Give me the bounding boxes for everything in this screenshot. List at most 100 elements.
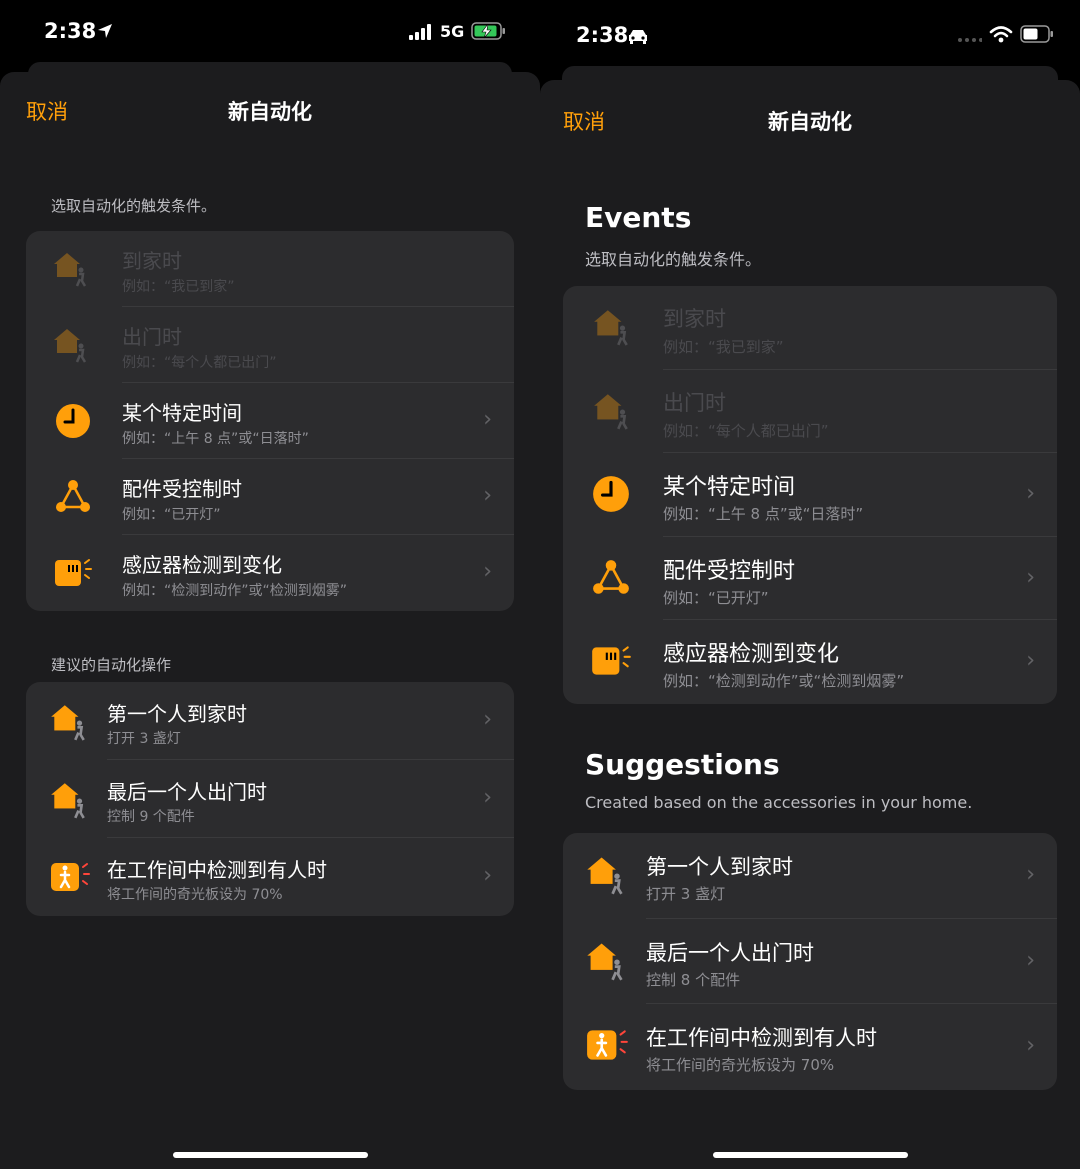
accessory-triangle-icon	[588, 555, 634, 601]
event-title: 出门时	[663, 391, 726, 415]
suggestions-label: 建议的自动化操作	[51, 656, 172, 674]
suggestion-subtitle: 将工作间的奇光板设为 70%	[646, 1056, 835, 1074]
event-title: 某个特定时间	[122, 401, 242, 425]
suggestions-group: 第一个人到家时 打开 3 盏灯 › 最后一个人出门时 控制 9 个配件 › 在工…	[26, 682, 514, 916]
suggestion-last-leave[interactable]: 最后一个人出门时 控制 8 个配件 ›	[563, 919, 1057, 1004]
event-subtitle: 例如：“我已到家”	[663, 338, 784, 356]
events-title: Events	[585, 201, 692, 234]
suggestion-last-leave[interactable]: 最后一个人出门时 控制 9 个配件 ›	[26, 760, 514, 838]
battery-charging-icon	[471, 22, 505, 40]
event-arrive-home: 到家时 例如：“我已到家”	[26, 231, 514, 307]
event-leave-home: 出门时 例如：“每个人都已出门”	[563, 370, 1057, 453]
suggestions-group: 第一个人到家时 打开 3 盏灯 › 最后一个人出门时 控制 8 个配件 › 在工…	[563, 833, 1057, 1090]
network-type: 5G	[440, 22, 465, 41]
house-person-icon	[46, 776, 92, 822]
event-title: 到家时	[122, 249, 182, 273]
suggestion-subtitle: 打开 3 盏灯	[107, 731, 181, 747]
suggestion-subtitle: 控制 8 个配件	[646, 971, 741, 989]
event-title: 出门时	[122, 325, 182, 349]
chevron-right-icon: ›	[483, 559, 492, 584]
chevron-right-icon: ›	[1026, 862, 1035, 887]
event-leave-home: 出门时 例如：“每个人都已出门”	[26, 307, 514, 383]
house-person-icon	[583, 851, 629, 897]
event-specific-time[interactable]: 某个特定时间 例如：“上午 8 点”或“日落时” ›	[563, 453, 1057, 537]
chevron-right-icon: ›	[483, 707, 492, 732]
battery-icon	[1020, 25, 1053, 43]
new-automation-sheet: 取消 新自动化 Events 选取自动化的触发条件。 到家时 例如：“我已到家”	[540, 80, 1080, 1169]
accessory-triangle-icon	[50, 474, 96, 520]
nav-title: 新自动化	[228, 100, 312, 124]
chevron-right-icon: ›	[1026, 648, 1035, 673]
suggestion-title: 在工作间中检测到有人时	[646, 1026, 877, 1050]
right-screenshot: 2:38 取消 新自动化 Events 选取自动化的触发条件。 到家时 例如：“…	[540, 0, 1080, 1169]
event-subtitle: 例如：“每个人都已出门”	[663, 422, 829, 440]
house-person-icon	[589, 303, 635, 349]
event-sensor-detects[interactable]: 感应器检测到变化 例如：“检测到动作”或“检测到烟雾” ›	[563, 620, 1057, 704]
suggestion-title: 最后一个人出门时	[107, 780, 267, 804]
chevron-right-icon: ›	[1026, 1033, 1035, 1058]
house-person-icon	[48, 245, 94, 291]
nav-title: 新自动化	[768, 110, 852, 134]
suggestion-workshop-motion[interactable]: 在工作间中检测到有人时 将工作间的奇光板设为 70% ›	[26, 838, 514, 916]
events-group: 到家时 例如：“我已到家” 出门时 例如：“每个人都已出门” 某个特定时间 例如…	[26, 231, 514, 611]
house-person-icon	[46, 698, 92, 744]
event-subtitle: 例如：“上午 8 点”或“日落时”	[663, 505, 864, 523]
chevron-right-icon: ›	[1026, 565, 1035, 590]
wifi-icon	[989, 26, 1013, 43]
suggestion-title: 最后一个人出门时	[646, 941, 814, 965]
motion-sensor-icon	[585, 1022, 631, 1068]
status-time: 2:38	[576, 23, 629, 47]
chevron-right-icon: ›	[483, 407, 492, 432]
signal-icon	[409, 24, 431, 40]
suggestion-first-arrive[interactable]: 第一个人到家时 打开 3 盏灯 ›	[563, 833, 1057, 919]
house-person-icon	[583, 937, 629, 983]
chevron-right-icon: ›	[1026, 948, 1035, 973]
new-automation-sheet: 取消 新自动化 选取自动化的触发条件。 到家时 例如：“我已到家” 出门时 例如…	[0, 72, 540, 1169]
left-screenshot: 2:38 5G 取消 新自动化 选取自动化的触发条件。 到家时 例如：“我已到家…	[0, 0, 540, 1169]
event-accessory-controlled[interactable]: 配件受控制时 例如：“已开灯” ›	[563, 537, 1057, 620]
event-subtitle: 例如：“已开灯”	[663, 589, 769, 607]
event-accessory-controlled[interactable]: 配件受控制时 例如：“已开灯” ›	[26, 459, 514, 535]
clock-icon	[588, 471, 634, 517]
suggestions-label: Created based on the accessories in your…	[585, 793, 973, 812]
event-title: 某个特定时间	[663, 475, 796, 500]
chevron-right-icon: ›	[483, 483, 492, 508]
sensor-icon	[50, 550, 96, 596]
chevron-right-icon: ›	[1026, 481, 1035, 506]
car-icon	[629, 30, 647, 44]
event-title: 感应器检测到变化	[122, 553, 282, 577]
status-bar: 2:38 5G	[0, 0, 540, 70]
sensor-icon	[588, 638, 634, 684]
signal-dots-icon	[958, 38, 982, 42]
home-indicator	[173, 1152, 368, 1158]
clock-icon	[50, 398, 96, 444]
suggestion-subtitle: 控制 9 个配件	[107, 809, 195, 825]
event-subtitle: 例如：“检测到动作”或“检测到烟雾”	[122, 583, 348, 599]
events-label: 选取自动化的触发条件。	[585, 250, 762, 269]
event-title: 到家时	[663, 307, 726, 331]
suggestion-subtitle: 将工作间的奇光板设为 70%	[107, 887, 283, 903]
events-label: 选取自动化的触发条件。	[51, 197, 217, 215]
chevron-right-icon: ›	[483, 785, 492, 810]
suggestion-workshop-motion[interactable]: 在工作间中检测到有人时 将工作间的奇光板设为 70% ›	[563, 1004, 1057, 1090]
location-arrow-icon	[98, 24, 112, 38]
suggestion-title: 第一个人到家时	[646, 855, 793, 879]
event-subtitle: 例如：“上午 8 点”或“日落时”	[122, 431, 309, 447]
event-subtitle: 例如：“已开灯”	[122, 507, 221, 523]
event-subtitle: 例如：“我已到家”	[122, 279, 235, 295]
event-title: 配件受控制时	[663, 559, 796, 584]
events-group: 到家时 例如：“我已到家” 出门时 例如：“每个人都已出门” 某个特定时间 例如…	[563, 286, 1057, 704]
home-indicator	[713, 1152, 908, 1158]
event-title: 配件受控制时	[122, 477, 242, 501]
suggestion-first-arrive[interactable]: 第一个人到家时 打开 3 盏灯 ›	[26, 682, 514, 760]
suggestions-title: Suggestions	[585, 748, 780, 781]
event-sensor-detects[interactable]: 感应器检测到变化 例如：“检测到动作”或“检测到烟雾” ›	[26, 535, 514, 611]
event-subtitle: 例如：“每个人都已出门”	[122, 355, 277, 371]
status-time: 2:38	[44, 19, 97, 43]
house-person-icon	[48, 321, 94, 367]
event-subtitle: 例如：“检测到动作”或“检测到烟雾”	[663, 672, 905, 690]
status-bar: 2:38	[540, 0, 1080, 70]
suggestion-title: 第一个人到家时	[107, 702, 247, 726]
event-title: 感应器检测到变化	[663, 642, 840, 667]
event-specific-time[interactable]: 某个特定时间 例如：“上午 8 点”或“日落时” ›	[26, 383, 514, 459]
